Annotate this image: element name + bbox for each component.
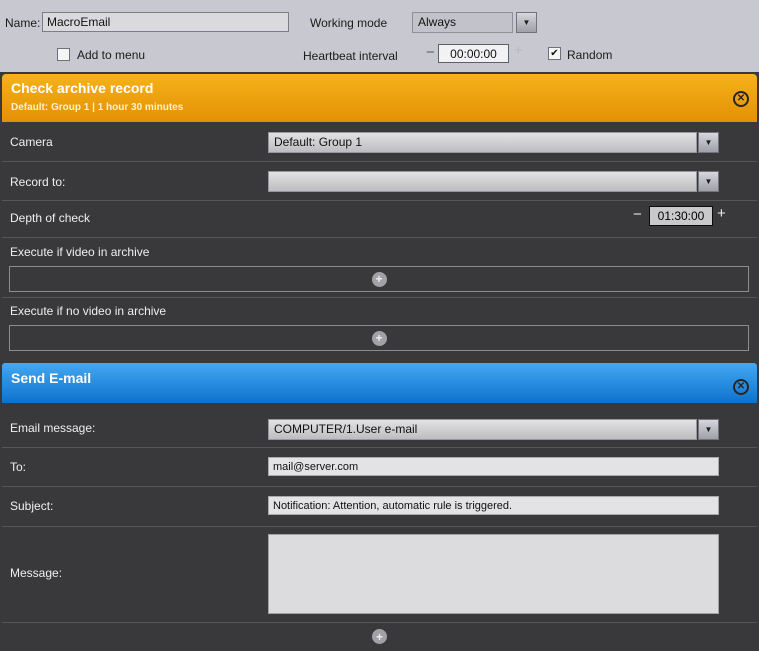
email-message-select[interactable]: COMPUTER/1.User e-mail xyxy=(268,419,697,440)
chevron-down-icon: ▼ xyxy=(705,177,713,186)
check-archive-title: Check archive record xyxy=(11,80,153,96)
add-to-menu-label: Add to menu xyxy=(77,48,145,62)
divider xyxy=(2,237,757,238)
to-label: To: xyxy=(10,460,26,474)
divider xyxy=(2,447,757,448)
camera-dropdown-arrow[interactable]: ▼ xyxy=(698,132,719,153)
heartbeat-minus-stepper[interactable]: − xyxy=(426,44,435,61)
email-message-dropdown-arrow[interactable]: ▼ xyxy=(698,419,719,440)
camera-select[interactable]: Default: Group 1 xyxy=(268,132,697,153)
minus-icon: − xyxy=(633,206,642,223)
add-to-menu-checkbox[interactable] xyxy=(57,48,70,61)
record-to-select[interactable] xyxy=(268,171,697,192)
add-action-bottom-button[interactable]: + xyxy=(369,626,390,647)
heartbeat-interval-label: Heartbeat interval xyxy=(303,49,398,63)
email-message-label: Email message: xyxy=(10,421,95,435)
depth-of-check-input[interactable] xyxy=(649,206,713,226)
working-mode-label: Working mode xyxy=(310,16,387,30)
message-textarea[interactable] xyxy=(268,534,719,614)
divider xyxy=(2,622,757,623)
camera-label: Camera xyxy=(10,135,53,149)
plus-icon: + xyxy=(717,205,726,222)
add-action-no-video-button[interactable]: + xyxy=(9,325,749,351)
check-archive-subtitle: Default: Group 1 | 1 hour 30 minutes xyxy=(11,102,183,113)
divider xyxy=(2,486,757,487)
chevron-down-icon: ▼ xyxy=(523,18,531,27)
close-icon: ✕ xyxy=(737,94,745,104)
plus-circle-icon: + xyxy=(372,331,387,346)
subject-input[interactable] xyxy=(268,496,719,515)
chevron-down-icon: ▼ xyxy=(705,138,713,147)
close-check-archive-button[interactable]: ✕ xyxy=(733,91,749,107)
add-action-video-button[interactable]: + xyxy=(9,266,749,292)
divider xyxy=(2,526,757,527)
depth-plus-stepper[interactable]: + xyxy=(717,205,726,222)
checkmark-icon: ✔ xyxy=(550,48,558,59)
working-mode-dropdown-arrow[interactable]: ▼ xyxy=(516,12,537,33)
chevron-down-icon: ▼ xyxy=(705,425,713,434)
divider xyxy=(2,297,757,298)
message-label: Message: xyxy=(10,566,62,580)
depth-of-check-label: Depth of check xyxy=(10,211,90,225)
send-email-header: Send E-mail xyxy=(2,363,757,403)
random-label: Random xyxy=(567,48,612,62)
minus-icon: − xyxy=(426,44,435,61)
close-send-email-button[interactable]: ✕ xyxy=(733,379,749,395)
macro-name-input[interactable] xyxy=(42,12,289,32)
divider xyxy=(2,161,757,162)
plus-circle-icon: + xyxy=(372,272,387,287)
record-to-dropdown-arrow[interactable]: ▼ xyxy=(698,171,719,192)
heartbeat-interval-input[interactable] xyxy=(438,44,509,63)
close-icon: ✕ xyxy=(737,382,745,392)
plus-icon: + xyxy=(514,42,523,59)
random-checkbox[interactable]: ✔ xyxy=(548,47,561,60)
working-mode-select[interactable]: Always xyxy=(412,12,513,33)
execute-if-video-label: Execute if video in archive xyxy=(10,245,149,259)
to-input[interactable] xyxy=(268,457,719,476)
plus-circle-icon: + xyxy=(372,629,387,644)
depth-minus-stepper[interactable]: − xyxy=(633,206,642,223)
heartbeat-plus-stepper[interactable]: + xyxy=(514,42,523,59)
check-archive-header: Check archive record Default: Group 1 | … xyxy=(2,74,757,122)
divider xyxy=(2,200,757,201)
record-to-label: Record to: xyxy=(10,175,65,189)
macro-editor-window: Name: Working mode Always ▼ Add to menu … xyxy=(0,0,759,651)
subject-label: Subject: xyxy=(10,499,53,513)
send-email-title: Send E-mail xyxy=(11,370,91,386)
execute-if-no-video-label: Execute if no video in archive xyxy=(10,304,166,318)
name-label: Name: xyxy=(5,16,40,30)
